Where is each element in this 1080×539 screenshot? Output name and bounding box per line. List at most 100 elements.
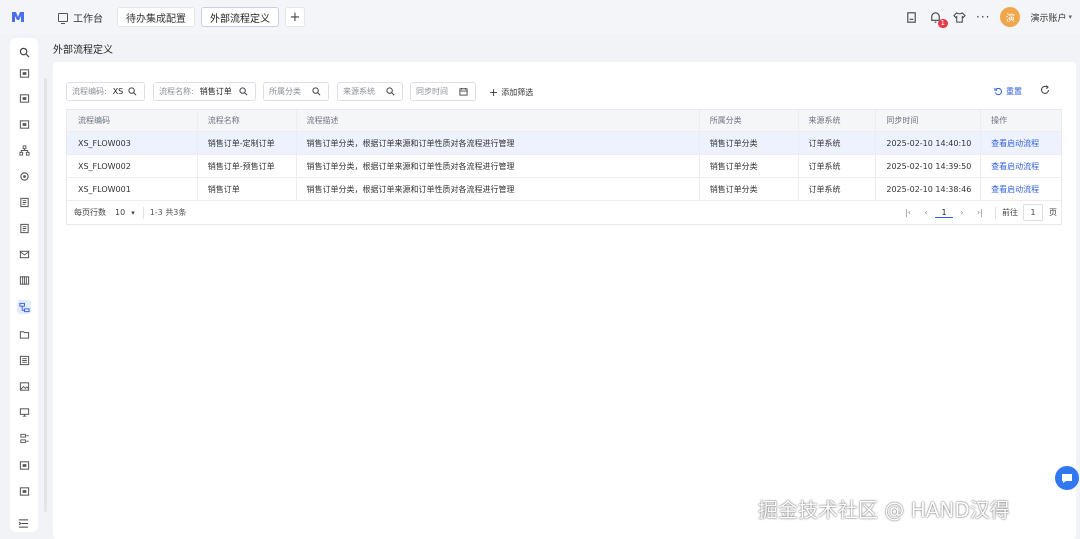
module-icon[interactable] <box>17 458 31 472</box>
module-icon[interactable] <box>17 91 31 105</box>
flow-table: 流程编码 流程名称 流程描述 所属分类 来源系统 同步时间 操作 XS_FLOW… <box>66 109 1062 225</box>
last-page-icon[interactable]: ›| <box>971 208 989 217</box>
table-row[interactable]: XS_FLOW002 销售订单-预售订单 销售订单分类，根据订单来源和订单性质对… <box>67 155 1061 178</box>
first-page-icon[interactable]: |‹ <box>899 208 917 217</box>
column-header: 操作 <box>991 116 1008 125</box>
doc-icon[interactable] <box>904 10 918 24</box>
search-icon <box>239 87 249 97</box>
cell-name: 销售订单-定制订单 <box>198 132 297 154</box>
tab-external-flow[interactable]: 外部流程定义 <box>201 7 279 27</box>
page-unit-label: 页 <box>1049 208 1057 217</box>
search-icon <box>128 87 138 97</box>
cell-code: XS_FLOW003 <box>67 132 198 154</box>
assistant-button[interactable] <box>1055 466 1079 490</box>
cell-source: 订单系统 <box>799 132 877 154</box>
divider <box>142 206 144 219</box>
more-icon[interactable]: ··· <box>976 10 990 24</box>
cell-source: 订单系统 <box>799 155 877 177</box>
shirt-icon[interactable] <box>952 10 966 24</box>
column-header[interactable]: 来源系统 <box>799 110 877 131</box>
module-icon[interactable] <box>17 66 31 80</box>
filter-category-label: 所属分类 <box>269 87 301 96</box>
filter-flow-name-label: 流程名称: <box>159 87 194 96</box>
next-page-icon[interactable]: › <box>953 208 971 217</box>
chevron-down-icon: ▾ <box>131 208 135 217</box>
filter-sync-time[interactable]: 同步时间 <box>410 82 476 101</box>
filter-source-system[interactable]: 来源系统 <box>337 82 403 101</box>
search-icon <box>386 87 396 97</box>
column-header[interactable]: 所属分类 <box>700 110 799 131</box>
view-start-flow-link[interactable]: 查看启动流程 <box>981 132 1061 154</box>
add-tab-button[interactable]: + <box>285 7 305 27</box>
filter-flow-name[interactable]: 流程名称: 销售订单 <box>153 82 256 101</box>
filter-category[interactable]: 所属分类 <box>263 82 329 101</box>
flow-icon[interactable] <box>17 300 31 314</box>
filter-sync-time-label: 同步时间 <box>416 87 448 96</box>
form-icon[interactable] <box>17 221 31 235</box>
tab-workbench-label: 工作台 <box>73 13 103 25</box>
device-icon[interactable] <box>17 405 31 419</box>
add-filter-label: 添加筛选 <box>501 88 534 97</box>
cell-category: 销售订单分类 <box>700 178 799 200</box>
current-page[interactable]: 1 <box>935 208 953 218</box>
add-filter-button[interactable]: + 添加筛选 <box>489 86 533 99</box>
monitor-icon <box>58 12 68 24</box>
calendar-icon <box>459 87 469 97</box>
filter-flow-code-value: XS <box>112 87 124 96</box>
org-icon[interactable] <box>17 143 31 157</box>
cell-desc: 销售订单分类，根据订单来源和订单性质对各流程进行管理 <box>297 132 700 154</box>
list-icon[interactable] <box>17 431 31 445</box>
filter-flow-name-value: 销售订单 <box>199 87 232 96</box>
gear-icon[interactable] <box>17 169 31 183</box>
user-menu[interactable]: 演示账户 ▾ <box>1030 11 1072 24</box>
main-panel: 流程编码: XS 流程名称: 销售订单 所属分类 来源系统 同步时间 + 添加筛… <box>53 62 1076 539</box>
cell-sync-time: 2025-02-10 14:38:46 <box>876 178 982 200</box>
list-icon[interactable] <box>17 353 31 367</box>
chat-icon <box>1062 474 1072 483</box>
cell-code: XS_FLOW001 <box>67 178 198 200</box>
table-header: 流程编码 流程名称 流程描述 所属分类 来源系统 同步时间 操作 <box>67 110 1061 132</box>
folder-icon[interactable] <box>17 327 31 341</box>
filter-flow-code[interactable]: 流程编码: XS <box>66 82 145 101</box>
top-bar: 工作台 待办集成配置 外部流程定义 + 1 ··· 演 演示账户 ▾ <box>0 0 1080 34</box>
bell-icon[interactable]: 1 <box>928 10 949 28</box>
rows-per-page-select[interactable]: 10 ▾ <box>115 208 135 217</box>
sidebar-scrollbar[interactable] <box>44 78 47 512</box>
prev-page-icon[interactable]: ‹ <box>917 208 935 217</box>
user-name: 演示账户 <box>1030 13 1067 24</box>
column-header[interactable]: 流程名称 <box>198 110 297 131</box>
module-icon[interactable] <box>17 117 31 131</box>
grid-icon[interactable] <box>17 273 31 287</box>
cell-desc: 销售订单分类，根据订单来源和订单性质对各流程进行管理 <box>297 178 700 200</box>
cell-category: 销售订单分类 <box>700 132 799 154</box>
refresh-icon[interactable] <box>1040 85 1052 97</box>
avatar[interactable]: 演 <box>1000 7 1021 27</box>
column-header[interactable]: 流程描述 <box>297 110 700 131</box>
reset-button[interactable]: 重置 <box>994 86 1022 97</box>
cell-sync-time: 2025-02-10 14:39:50 <box>876 155 982 177</box>
app-logo[interactable] <box>0 0 36 34</box>
goto-page-input[interactable]: 1 <box>1023 204 1043 221</box>
column-header[interactable]: 同步时间 <box>876 110 982 131</box>
page-title: 外部流程定义 <box>53 45 113 56</box>
module-icon[interactable] <box>17 484 31 498</box>
table-row[interactable]: XS_FLOW001 销售订单 销售订单分类，根据订单来源和订单性质对各流程进行… <box>67 178 1061 201</box>
reset-icon <box>994 87 1002 96</box>
collapse-icon[interactable] <box>18 518 30 530</box>
column-header[interactable]: 流程编码 <box>67 110 198 131</box>
filter-flow-code-label: 流程编码: <box>72 87 107 96</box>
view-start-flow-link[interactable]: 查看启动流程 <box>981 178 1061 200</box>
view-start-flow-link[interactable]: 查看启动流程 <box>981 155 1061 177</box>
tab-todo-config[interactable]: 待办集成配置 <box>117 7 195 27</box>
cell-name: 销售订单 <box>198 178 297 200</box>
tab-todo-config-label: 待办集成配置 <box>126 13 186 25</box>
search-icon[interactable] <box>17 45 31 59</box>
mail-icon[interactable] <box>17 247 31 261</box>
tab-workbench[interactable]: 工作台 <box>42 7 111 27</box>
image-icon[interactable] <box>17 379 31 393</box>
tab-external-flow-label: 外部流程定义 <box>210 13 270 25</box>
record-range: 1-3 共3条 <box>149 208 187 217</box>
cell-source: 订单系统 <box>799 178 877 200</box>
table-row[interactable]: XS_FLOW003 销售订单-定制订单 销售订单分类，根据订单来源和订单性质对… <box>67 132 1061 155</box>
form-icon[interactable] <box>17 195 31 209</box>
